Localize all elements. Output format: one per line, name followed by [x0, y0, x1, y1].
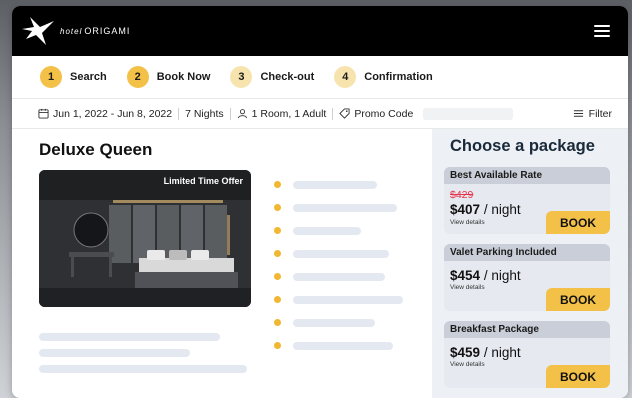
package-price: $459 / night	[450, 345, 521, 360]
book-button[interactable]: BOOK	[546, 288, 610, 311]
package-name: Best Available Rate	[444, 167, 610, 184]
limited-offer-badge: Limited Time Offer	[163, 176, 243, 186]
room-details: Deluxe Queen Limited Time Offer	[12, 129, 432, 398]
divider	[229, 107, 231, 120]
main-content: Deluxe Queen Limited Time Offer Choose a…	[12, 129, 628, 398]
amenity-placeholder	[293, 204, 397, 212]
nights-text: 7 Nights	[185, 107, 224, 120]
filter-lines-icon	[573, 110, 583, 117]
step-number: 3	[230, 66, 253, 88]
amenity-bullet	[274, 319, 281, 326]
nights-count: 7 Nights	[185, 108, 224, 120]
book-button[interactable]: BOOK	[546, 211, 610, 234]
divider	[332, 107, 334, 120]
view-details-link[interactable]: View details	[450, 361, 485, 368]
promo-code-label: Promo Code	[354, 107, 414, 120]
amenity-placeholder	[293, 227, 361, 235]
amenity-bullet	[274, 342, 281, 349]
step-label: Check-out	[260, 71, 315, 83]
booking-steps: 1 Search 2 Book Now 3 Check-out 4 Confir…	[12, 56, 628, 99]
package-name: Valet Parking Included	[444, 244, 610, 261]
step-number: 4	[334, 66, 357, 88]
filter-label: Filter	[588, 107, 612, 120]
origami-bird-icon	[22, 17, 54, 45]
book-button[interactable]: BOOK	[546, 365, 610, 388]
package-price: $454 / night	[450, 268, 521, 283]
booking-card: hotel ORIGAMI 1 Search 2 Book Now 3 Check…	[12, 6, 628, 398]
brand-name: hotel ORIGAMI	[60, 26, 131, 36]
description-placeholder	[39, 365, 247, 373]
step-confirmation[interactable]: 4 Confirmation	[334, 66, 433, 88]
amenity-placeholder	[293, 342, 393, 350]
room-photo[interactable]: Limited Time Offer	[39, 170, 251, 307]
promo-code: Promo Code	[339, 107, 514, 120]
guests-text: 1 Room, 1 Adult	[251, 107, 327, 120]
view-details-link[interactable]: View details	[450, 219, 485, 226]
amenity-bullet	[274, 204, 281, 211]
step-search[interactable]: 1 Search	[40, 66, 107, 88]
step-check-out[interactable]: 3 Check-out	[230, 66, 314, 88]
top-bar: hotel ORIGAMI	[12, 6, 628, 56]
description-placeholder	[39, 349, 190, 357]
brand-logo[interactable]: hotel ORIGAMI	[20, 15, 130, 47]
date-range-text: Jun 1, 2022 - Jun 8, 2022	[53, 107, 173, 120]
description-placeholder	[39, 333, 220, 341]
step-label: Book Now	[156, 71, 211, 83]
room-title: Deluxe Queen	[39, 140, 153, 159]
guests-selector[interactable]: 1 Room, 1 Adult	[237, 107, 327, 120]
step-label: Search	[70, 71, 107, 83]
view-details-link[interactable]: View details	[450, 284, 485, 291]
amenity-bullet	[274, 296, 281, 303]
amenity-bullet	[274, 273, 281, 280]
amenity-placeholder	[293, 181, 377, 189]
person-icon	[237, 109, 247, 119]
package-price: $407 / night	[450, 202, 521, 217]
amenity-placeholder	[293, 296, 403, 304]
package-card-valet-parking: Valet Parking Included $454 / night View…	[444, 244, 610, 311]
bedroom-image	[39, 170, 251, 307]
tag-icon	[339, 108, 350, 119]
step-number: 1	[40, 66, 62, 88]
filter-button[interactable]: Filter	[573, 108, 612, 120]
menu-icon[interactable]	[594, 25, 610, 37]
amenity-bullet	[274, 250, 281, 257]
amenity-placeholder	[293, 250, 389, 258]
package-panel: Choose a package Best Available Rate $42…	[432, 129, 628, 398]
package-panel-title: Choose a package	[450, 137, 595, 155]
date-range[interactable]: Jun 1, 2022 - Jun 8, 2022	[38, 108, 172, 120]
amenity-bullet	[274, 181, 281, 188]
step-book-now[interactable]: 2 Book Now	[126, 66, 211, 88]
original-price: $429	[450, 189, 474, 201]
search-summary-bar: Jun 1, 2022 - Jun 8, 2022 7 Nights 1 Roo…	[12, 99, 628, 129]
amenity-placeholder	[293, 273, 385, 281]
step-number: 2	[126, 66, 149, 88]
amenity-bullet	[274, 227, 281, 234]
step-label: Confirmation	[364, 71, 433, 83]
promo-code-input[interactable]	[423, 107, 514, 120]
package-name: Breakfast Package	[444, 321, 610, 338]
package-card-breakfast: Breakfast Package $459 / night View deta…	[444, 321, 610, 388]
package-card-best-available-rate: Best Available Rate $429 $407 / night Vi…	[444, 167, 610, 234]
calendar-icon	[38, 108, 49, 119]
divider	[178, 107, 180, 120]
amenity-placeholder	[293, 319, 375, 327]
